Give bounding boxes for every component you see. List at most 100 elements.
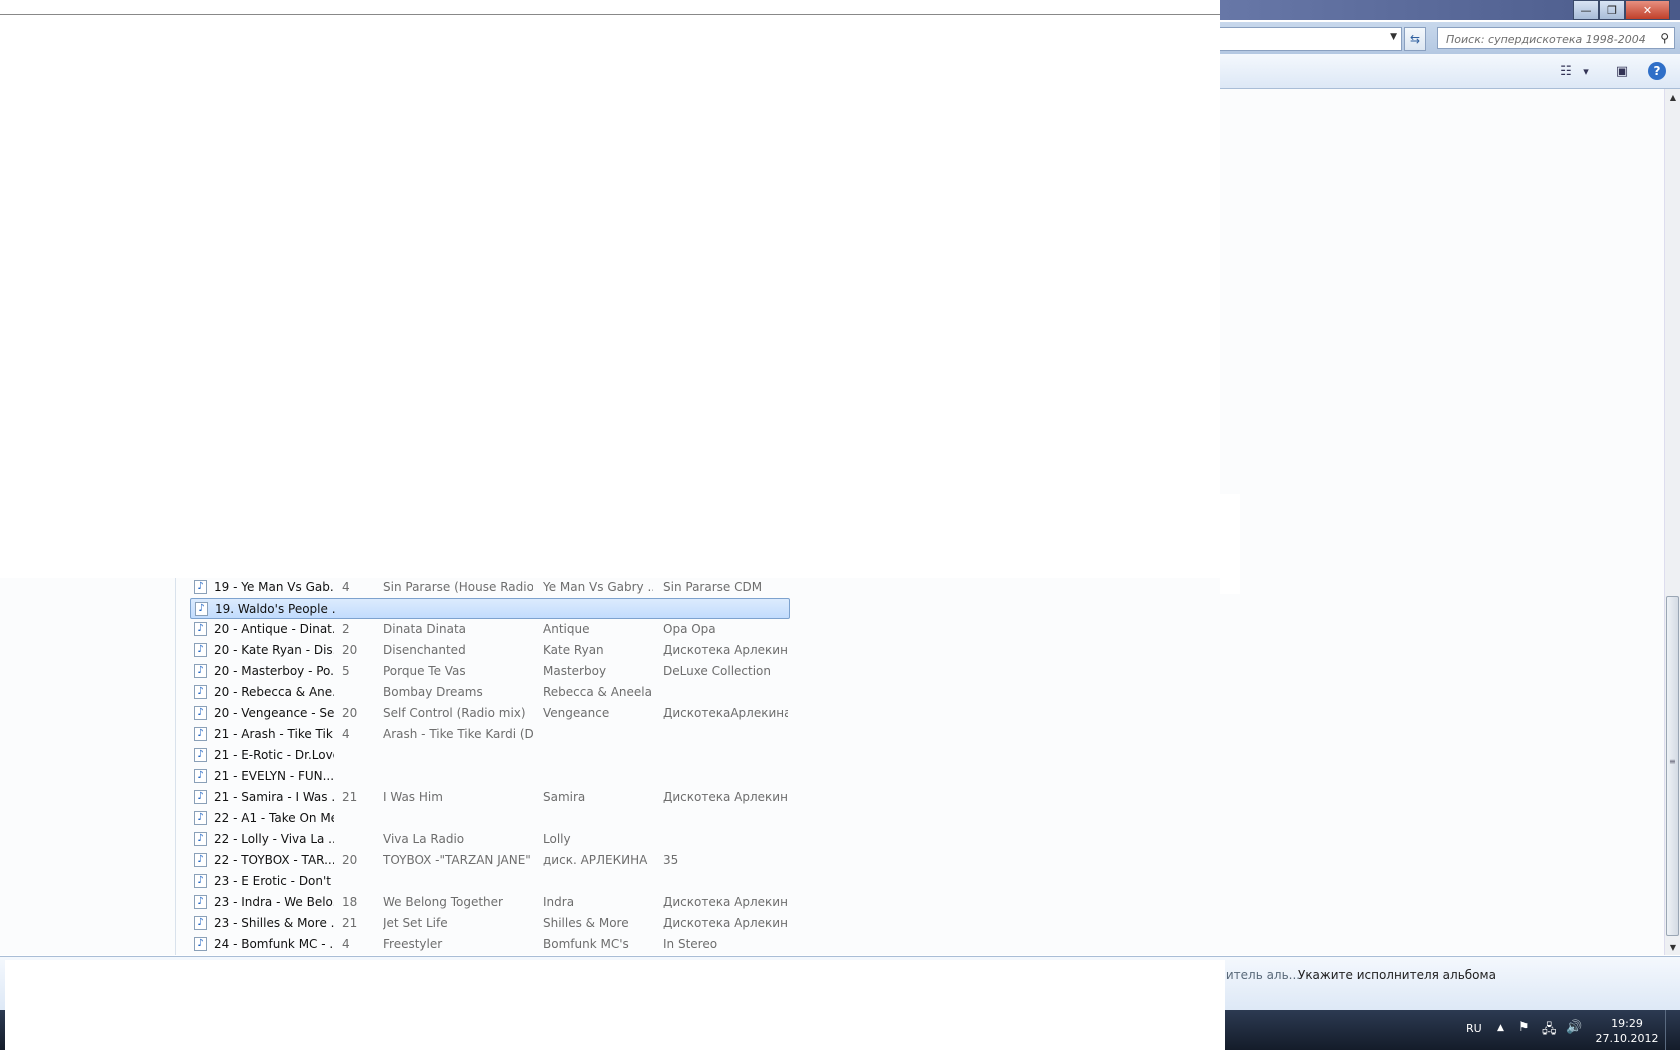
language-indicator[interactable]: RU	[1466, 1022, 1482, 1035]
track-title: Arash - Tike Tike Kardi (DJ...	[383, 727, 533, 741]
file-row[interactable]: ♪ 23 - Shilles & More ... 21 Jet Set Life Sh…	[190, 913, 790, 934]
track-album: ДискотекаАрлекина...	[663, 706, 788, 720]
file-name: 21 - Arash - Tike Tik...	[214, 727, 334, 741]
track-artist: Kate Ryan	[543, 643, 604, 657]
track-title: We Belong Together	[383, 895, 503, 909]
file-row[interactable]: ♪ 23 - E Erotic - Don't ...	[190, 871, 790, 892]
action-center-flag-icon[interactable]: ⚑	[1518, 1020, 1530, 1035]
track-number: 18	[342, 895, 358, 909]
file-row[interactable]: ♪ 19 - Ye Man Vs Gab... 4 Sin Pararse (Hous…	[190, 577, 790, 598]
track-artist: Rebecca & Aneela	[543, 685, 652, 699]
file-row[interactable]: ♪ 21 - E-Rotic - Dr.Love	[190, 745, 790, 766]
track-artist: Lolly	[543, 832, 571, 846]
track-artist: Indra	[543, 895, 575, 909]
file-row[interactable]: ♪ 20 - Antique - Dinat... 2 Dinata Dinata An…	[190, 619, 790, 640]
album-artist-label: нитель аль...	[1218, 968, 1301, 982]
search-icon[interactable]: ⚲	[1660, 31, 1669, 45]
album-artist-value[interactable]: Укажите исполнителя альбома	[1298, 968, 1496, 982]
blank-region	[0, 88, 1220, 578]
track-album: 35	[663, 853, 679, 867]
track-artist: Antique	[543, 622, 590, 636]
track-title: Sin Pararse (House Radio ...	[383, 580, 533, 594]
file-row[interactable]: ♪ 19. Waldo's People ...	[190, 598, 790, 619]
music-file-icon: ♪	[194, 790, 207, 804]
scrollbar-thumb[interactable]: ≡	[1666, 596, 1679, 936]
track-number: 4	[342, 580, 350, 594]
file-name: 21 - E-Rotic - Dr.Love	[214, 748, 334, 762]
clock[interactable]: 19:29 27.10.2012	[1592, 1016, 1662, 1046]
scroll-up-icon[interactable]: ▲	[1665, 89, 1680, 105]
file-name: 24 - Bomfunk MC - ...	[214, 937, 334, 951]
track-title: I Was Him	[383, 790, 443, 804]
file-row[interactable]: ♪ 21 - Arash - Tike Tik... 4 Arash - Tike T…	[190, 724, 790, 745]
file-row[interactable]: ♪ 21 - EVELYN - FUN...	[190, 766, 790, 787]
change-view-icon[interactable]: ☷	[1556, 62, 1576, 80]
track-number: 20	[342, 853, 358, 867]
track-artist: Samira	[543, 790, 586, 804]
file-row[interactable]: ♪ 20 - Rebecca & Ane... Bombay Dreams Rebec…	[190, 682, 790, 703]
music-file-icon: ♪	[194, 937, 207, 951]
network-icon[interactable]: 🖧	[1542, 1020, 1557, 1042]
address-dropdown-icon[interactable]: ▼	[1390, 32, 1397, 42]
file-name: 23 - Indra - We Belo...	[214, 895, 334, 909]
file-name: 20 - Kate Ryan - Dis...	[214, 643, 334, 657]
file-row[interactable]: ♪ 20 - Vengeance - Se... 20 Self Control (R…	[190, 703, 790, 724]
track-number: 21	[342, 790, 358, 804]
view-options-dropdown-icon[interactable]: ▾	[1580, 62, 1592, 80]
file-name: 19. Waldo's People ...	[215, 602, 335, 616]
file-row[interactable]: ♪ 23 - Indra - We Belo... 18 We Belong Toge…	[190, 892, 790, 913]
show-desktop-button[interactable]	[1665, 1010, 1680, 1050]
blank-region	[0, 0, 1220, 15]
show-hidden-icons-icon[interactable]: ▲	[1497, 1023, 1504, 1033]
track-title: Disenchanted	[383, 643, 466, 657]
preview-pane-icon[interactable]: ▣	[1612, 62, 1632, 80]
music-file-icon: ♪	[194, 853, 207, 867]
file-row[interactable]: ♪ 22 - A1 - Take On Me	[190, 808, 790, 829]
track-album: Дискотека Арлекин...	[663, 895, 788, 909]
file-row[interactable]: ♪ 21 - Samira - I Was ... 21 I Was Him Samir…	[190, 787, 790, 808]
file-name: 19 - Ye Man Vs Gab...	[214, 580, 334, 594]
minimize-button[interactable]: —	[1573, 0, 1599, 20]
file-name: 20 - Vengeance - Se...	[214, 706, 334, 720]
music-file-icon: ♪	[194, 916, 207, 930]
search-input[interactable]	[1444, 29, 1653, 49]
track-artist: Masterboy	[543, 664, 607, 678]
file-row[interactable]: ♪ 22 - Lolly - Viva La ... Viva La Radio Lo…	[190, 829, 790, 850]
track-album: Opa Opa	[663, 622, 716, 636]
scroll-down-icon[interactable]: ▼	[1665, 939, 1680, 955]
file-row[interactable]: ♪ 22 - TOYBOX - TAR... 20 TOYBOX -"TARZAN J…	[190, 850, 790, 871]
file-row[interactable]: ♪ 20 - Masterboy - Po... 5 Porque Te Vas Mas…	[190, 661, 790, 682]
volume-icon[interactable]: 🔊	[1566, 1020, 1582, 1035]
search-box[interactable]: ⚲	[1437, 27, 1675, 49]
refresh-button[interactable]: ⇆	[1404, 27, 1426, 51]
vertical-scrollbar[interactable]: ▲ ≡ ▼	[1664, 89, 1680, 955]
music-file-icon: ♪	[194, 895, 207, 909]
music-file-icon: ♪	[194, 727, 207, 741]
track-title: Freestyler	[383, 937, 443, 951]
file-row[interactable]: ♪ 24 - Bomfunk MC - ... 4 Freestyler Bomfunk…	[190, 934, 790, 955]
clock-time: 19:29	[1611, 1017, 1643, 1030]
music-file-icon: ♪	[194, 643, 207, 657]
track-artist: диск. АРЛЕКИНА	[543, 853, 648, 867]
track-album: In Stereo	[663, 937, 718, 951]
music-file-icon: ♪	[195, 602, 208, 616]
music-file-icon: ♪	[194, 769, 207, 783]
file-name: 22 - Lolly - Viva La ...	[214, 832, 334, 846]
file-row[interactable]: ♪ 20 - Kate Ryan - Dis... 20 Disenchanted Ka…	[190, 640, 790, 661]
help-icon[interactable]: ?	[1648, 62, 1666, 80]
music-file-icon: ♪	[194, 874, 207, 888]
music-file-icon: ♪	[194, 811, 207, 825]
refresh-icon: ⇆	[1409, 32, 1421, 46]
blank-region	[1220, 494, 1240, 594]
file-list: ♪ 19 - Ye Man Vs Gab... 4 Sin Pararse (Hous…	[190, 577, 790, 955]
track-album: Sin Pararse CDM	[663, 580, 763, 594]
blank-region	[5, 960, 1225, 1050]
track-number: 4	[342, 727, 350, 741]
track-title: TOYBOX -"TARZAN JANE"	[383, 853, 531, 867]
close-button[interactable]: ✕	[1625, 0, 1670, 20]
clock-date: 27.10.2012	[1595, 1032, 1659, 1045]
track-artist: Bomfunk MC's	[543, 937, 629, 951]
maximize-button[interactable]: ❐	[1599, 0, 1625, 20]
music-file-icon: ♪	[194, 622, 207, 636]
track-title: Jet Set Life	[383, 916, 448, 930]
